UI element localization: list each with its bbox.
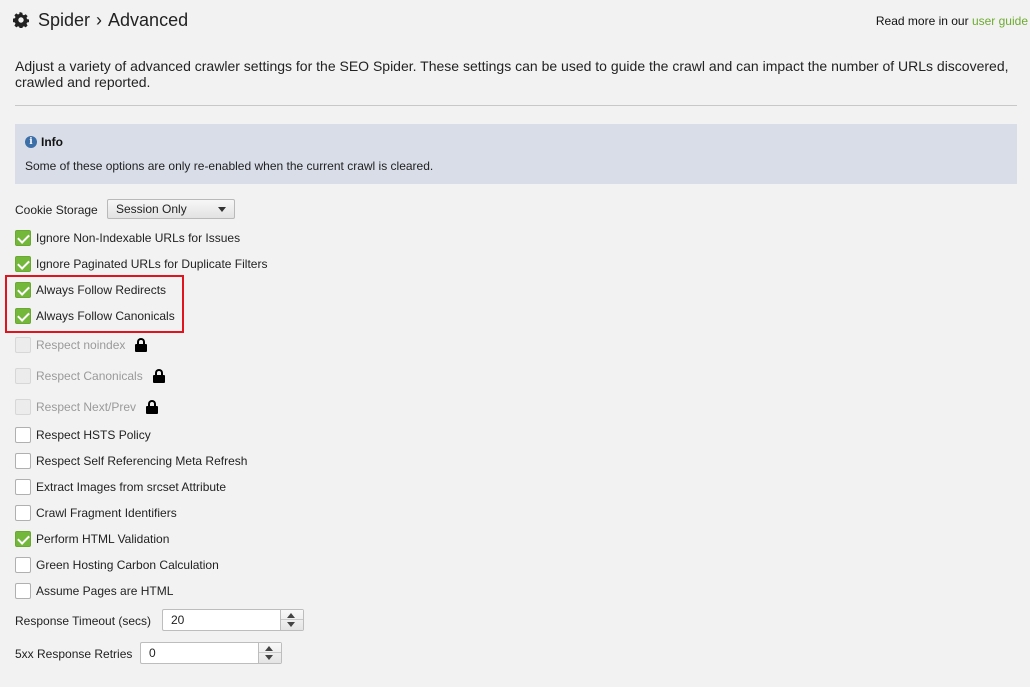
option-respect-canonicals: Respect Canonicals — [15, 367, 165, 385]
lock-icon — [135, 338, 148, 352]
option-label: Respect Canonicals — [36, 369, 143, 383]
option-label: Respect noindex — [36, 338, 126, 352]
checkbox[interactable] — [15, 427, 31, 443]
checkbox[interactable] — [15, 557, 31, 573]
checkbox[interactable] — [15, 583, 31, 599]
chevron-down-icon — [218, 207, 226, 212]
response-timeout-label: Response Timeout (secs) — [15, 614, 152, 628]
option-respect-hsts[interactable]: Respect HSTS Policy — [15, 426, 151, 444]
option-ignore-paginated[interactable]: Ignore Paginated URLs for Duplicate Filt… — [15, 255, 267, 273]
option-label: Respect HSTS Policy — [36, 428, 151, 442]
page-title: Advanced — [108, 10, 189, 30]
retries-label: 5xx Response Retries — [15, 647, 133, 661]
checkbox[interactable] — [15, 531, 31, 547]
user-guide-link[interactable]: user guide — [972, 14, 1028, 28]
stepper-divider — [281, 619, 303, 620]
option-fragment-identifiers[interactable]: Crawl Fragment Identifiers — [15, 504, 177, 522]
checkbox[interactable] — [15, 505, 31, 521]
highlight-box — [5, 275, 184, 333]
stepper-up-icon[interactable] — [265, 646, 273, 651]
option-label: Extract Images from srcset Attribute — [36, 480, 227, 494]
option-meta-refresh[interactable]: Respect Self Referencing Meta Refresh — [15, 452, 247, 470]
breadcrumb-separator: › — [96, 10, 103, 30]
response-timeout-value[interactable]: 20 — [171, 613, 184, 627]
option-assume-html[interactable]: Assume Pages are HTML — [15, 582, 173, 600]
checkbox[interactable] — [15, 256, 31, 272]
cookie-storage-label: Cookie Storage — [15, 203, 98, 217]
info-title: Info — [41, 135, 63, 149]
option-html-validation[interactable]: Perform HTML Validation — [15, 530, 169, 548]
read-more-text: Read more in our — [875, 14, 969, 28]
stepper-down-icon[interactable] — [265, 655, 273, 660]
breadcrumb-section[interactable]: Spider — [38, 10, 90, 30]
info-text: Some of these options are only re-enable… — [25, 159, 434, 173]
breadcrumb: Spider › Advanced — [38, 10, 188, 31]
checkbox — [15, 399, 31, 415]
response-timeout-stepper[interactable]: 20 — [162, 609, 304, 631]
option-label: Ignore Paginated URLs for Duplicate Filt… — [36, 257, 268, 271]
retries-value[interactable]: 0 — [149, 646, 156, 660]
stepper-buttons — [280, 610, 303, 630]
option-label: Respect Self Referencing Meta Refresh — [36, 454, 248, 468]
stepper-buttons — [258, 643, 281, 663]
info-box: i Info Some of these options are only re… — [15, 124, 1017, 184]
option-label: Green Hosting Carbon Calculation — [36, 558, 219, 572]
checkbox[interactable] — [15, 230, 31, 246]
option-label: Respect Next/Prev — [36, 400, 137, 414]
option-srcset[interactable]: Extract Images from srcset Attribute — [15, 478, 226, 496]
divider — [15, 105, 1017, 106]
checkbox[interactable] — [15, 453, 31, 469]
checkbox — [15, 337, 31, 353]
stepper-divider — [259, 652, 281, 653]
cookie-storage-select[interactable]: Session Only — [107, 199, 235, 219]
option-respect-next-prev: Respect Next/Prev — [15, 398, 159, 416]
checkbox[interactable] — [15, 479, 31, 495]
checkbox — [15, 368, 31, 384]
option-label: Perform HTML Validation — [36, 532, 170, 546]
lock-icon — [146, 400, 159, 414]
retries-stepper[interactable]: 0 — [140, 642, 282, 664]
lock-icon — [152, 369, 165, 383]
option-carbon-calculation[interactable]: Green Hosting Carbon Calculation — [15, 556, 219, 574]
option-respect-noindex: Respect noindex — [15, 336, 148, 354]
info-icon: i — [25, 136, 37, 148]
stepper-down-icon[interactable] — [287, 622, 295, 627]
option-label: Crawl Fragment Identifiers — [36, 506, 177, 520]
option-label: Ignore Non-Indexable URLs for Issues — [36, 231, 241, 245]
gear-icon — [13, 12, 29, 28]
page-description: Adjust a variety of advanced crawler set… — [15, 58, 1009, 90]
option-label: Assume Pages are HTML — [36, 584, 174, 598]
stepper-up-icon[interactable] — [287, 613, 295, 618]
option-ignore-non-indexable[interactable]: Ignore Non-Indexable URLs for Issues — [15, 229, 240, 247]
cookie-storage-value: Session Only — [116, 202, 187, 216]
read-more: Read more in our user guide — [876, 14, 1028, 28]
